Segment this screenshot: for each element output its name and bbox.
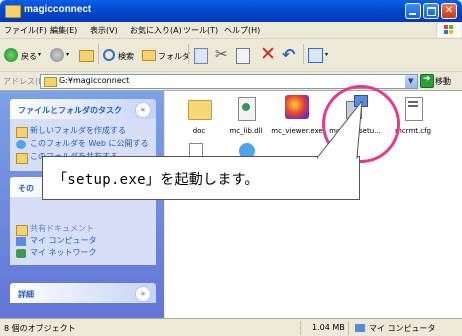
delete-button[interactable]: ✕ [259,43,277,65]
status-size: 1.04 MB [312,323,345,332]
other-places-title: その [18,184,34,193]
address-bar: アドレス(D) G:¥magicconnect ▼ ➔ 移動 [0,72,462,91]
publish-web-icon [16,140,26,149]
search-icon [103,49,115,61]
undo-icon: ↶ [282,45,296,64]
toolbar-separator [303,44,304,64]
toolbar-separator [188,44,189,64]
views-button[interactable]: ▾ [307,45,333,65]
search-button[interactable]: 検索 [103,45,139,65]
undo-button[interactable]: ↶ [281,45,299,65]
status-separator [300,321,301,335]
collapse-icon[interactable]: « [135,102,151,118]
file-view: doc mc_lib.dll mc_viewer.exe mcclientset… [165,91,462,318]
chevron-down-icon: ▾ [66,51,70,58]
status-separator [348,321,349,335]
explorer-window: magicconnect ✕ ファイル(F) 編集(E) 表示(V) お気に入り… [0,0,462,336]
exe-file-icon [283,95,311,125]
maximize-button[interactable] [423,3,439,19]
task-new-folder[interactable]: 新しいフォルダを作成する [30,125,126,136]
status-bar: 8 個のオブジェクト 1.04 MB マイ コンピュータ [0,318,462,336]
minimize-icon [409,13,416,15]
my-network-icon [16,249,26,258]
back-label: 戻る [21,52,37,61]
toolbar: 戻る ▾ ▾ 検索 フォルダ ✂ ✕ ↶ ▾ [0,39,462,72]
instruction-callout: 「setup.exe」を起動します。 [42,101,363,200]
menu-favorites[interactable]: お気に入り(A) [130,25,182,36]
close-button[interactable]: ✕ [441,3,457,19]
place-my-network[interactable]: マイ ネットワーク [30,247,97,258]
scissors-icon: ✂ [215,45,228,63]
up-folder-icon [79,50,94,62]
move-to-icon [194,48,208,64]
folders-label: フォルダ [158,52,190,61]
go-label[interactable]: 移動 [435,76,451,87]
move-to-button[interactable] [193,45,209,65]
chevron-down-icon: ▼ [408,77,414,85]
file-name: mc_lib.dll [229,127,263,135]
up-folder-button[interactable] [78,45,94,65]
maximize-icon [427,7,436,16]
new-folder-icon [16,127,28,138]
menu-edit[interactable]: 編集(E) [50,25,77,36]
back-button[interactable]: 戻る ▾ [4,45,46,65]
address-value: G:¥magicconnect [59,76,130,85]
details-header[interactable]: 詳細 » [10,283,156,303]
folders-icon [142,50,156,61]
minimize-button[interactable] [405,3,421,19]
search-label: 検索 [118,52,134,61]
status-object-count: 8 個のオブジェクト [4,324,76,333]
go-arrow-icon: ➔ [423,74,431,84]
close-icon: ✕ [444,5,454,16]
place-my-computer[interactable]: マイ コンピュータ [30,235,97,246]
cfg-file-icon [399,95,427,125]
folder-icon [5,5,21,18]
menu-tools[interactable]: ツール(T) [183,25,218,36]
back-arrow-icon [4,48,18,62]
cut-button[interactable]: ✂ [213,45,231,65]
go-button[interactable]: ➔ [420,74,434,88]
expand-icon[interactable]: » [135,286,151,302]
toolbar-separator [98,44,99,64]
copy-button[interactable] [235,45,251,65]
menu-view[interactable]: 表示(V) [90,25,118,36]
my-computer-icon [355,324,365,332]
file-tasks-header[interactable]: ファイルとフォルダのタスク « [10,99,156,119]
details-title: 詳細 [18,290,34,299]
views-icon [308,48,323,63]
place-shared-documents[interactable]: 共有ドキュメント [30,223,94,234]
forward-arrow-icon [50,48,64,62]
callout-text: 「setup.exe」を起動します。 [53,172,259,188]
folder-icon [44,77,57,87]
folders-button[interactable]: フォルダ [142,45,190,65]
task-publish-web[interactable]: このフォルダを Web に公開する [30,138,149,149]
title-bar[interactable]: magicconnect ✕ [0,0,462,22]
clipboard-icon [236,48,250,64]
forward-button[interactable]: ▾ [50,45,74,65]
chevron-down-icon: ▾ [38,51,42,58]
dll-file-icon [232,95,260,125]
shared-documents-icon [16,225,28,236]
folder-icon [185,95,213,125]
share-folder-icon [16,153,28,164]
file-item[interactable]: mc_lib.dll [218,95,274,136]
address-dropdown-button[interactable]: ▼ [405,75,417,88]
my-computer-icon [16,237,26,246]
callout-pointer [317,101,363,159]
other-places-body: 共有ドキュメント マイ コンピュータ マイ ネットワーク [10,197,156,265]
windows-logo-icon [436,23,461,37]
task-pane: ファイルとフォルダのタスク « 新しいフォルダを作成する このフォルダを Web… [0,91,164,318]
status-location: マイ コンピュータ [369,324,436,333]
chevron-down-icon: ▾ [325,51,329,58]
menu-file[interactable]: ファイル(F) [4,25,47,36]
file-tasks-title: ファイルとフォルダのタスク [18,106,122,115]
menu-help[interactable]: ヘルプ(H) [224,25,260,36]
window-title: magicconnect [24,4,92,15]
menu-bar: ファイル(F) 編集(E) 表示(V) お気に入り(A) ツール(T) ヘルプ(… [0,22,462,39]
delete-x-icon: ✕ [260,43,276,65]
